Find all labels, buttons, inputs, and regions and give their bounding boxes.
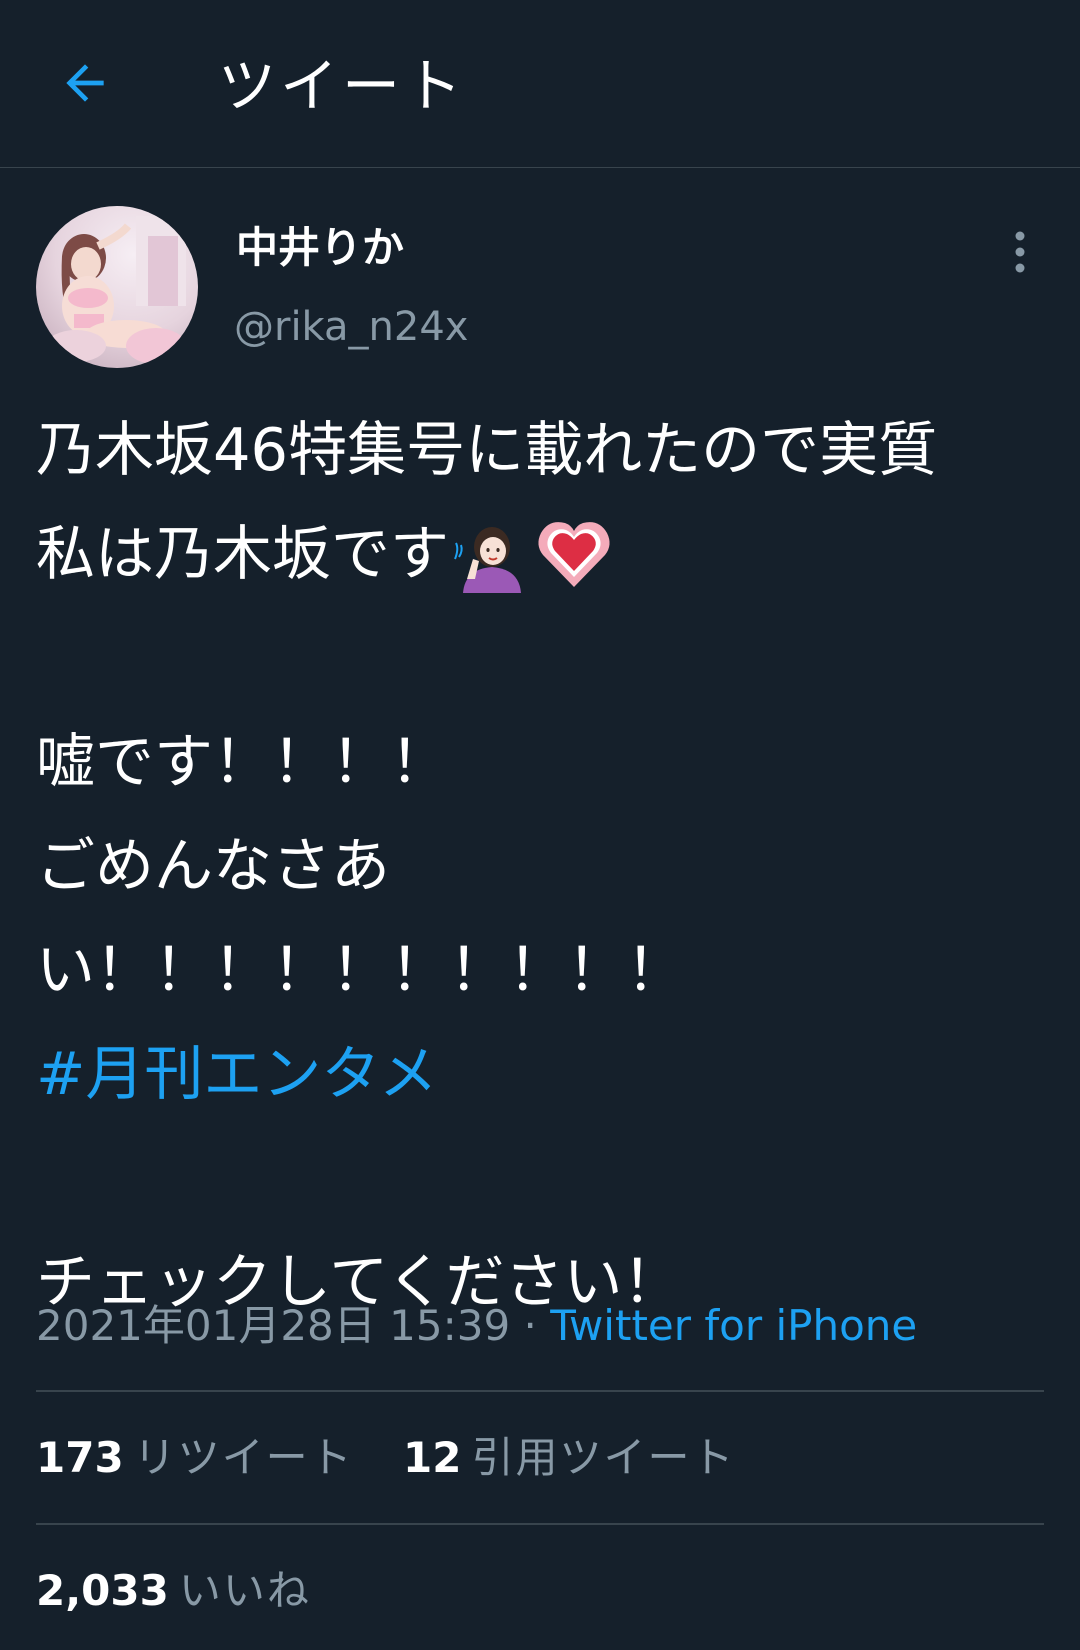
retweet-label: リツイート — [133, 1433, 354, 1482]
retweet-count: 173 — [36, 1433, 124, 1482]
author-name[interactable]: 中井りか — [236, 220, 404, 276]
growing-heart-emoji — [538, 522, 610, 587]
likes-stat[interactable]: 2,033 いいね — [36, 1561, 311, 1621]
more-button[interactable] — [990, 222, 1050, 282]
divider — [36, 1523, 1044, 1525]
likes-stats-row: 2,033 いいね — [36, 1561, 347, 1621]
tweet-line: 乃木坂46特集号に載れたので実質 — [36, 415, 938, 484]
avatar[interactable] — [36, 206, 198, 368]
tweet-timestamp: 2021年01月28日 15:39 — [36, 1301, 511, 1350]
divider — [36, 1390, 1044, 1392]
tweet-text: 乃木坂46特集号に載れたので実質 私は乃木坂です 嘘です！！！！ ごめんなさあ … — [36, 398, 1056, 1334]
tweet-line: #月刊エンタメ — [36, 1022, 1056, 1126]
author-handle[interactable]: @rika_n24x — [234, 300, 468, 354]
like-count: 2,033 — [36, 1566, 169, 1615]
profile-photo — [36, 206, 198, 368]
like-label: いいね — [178, 1566, 311, 1615]
meta-separator: · — [523, 1301, 537, 1350]
back-button[interactable] — [48, 46, 122, 120]
tweet-line: 私は乃木坂です — [36, 502, 1056, 606]
quotes-stat[interactable]: 12 引用ツイート — [403, 1428, 735, 1488]
tweet-line: 嘘です！！！！ — [36, 727, 450, 796]
tweet-line: い！！！！！！！！！！ — [36, 935, 686, 1004]
retweet-stats-row: 173 リツイート 12 引用ツイート — [36, 1428, 772, 1488]
tweet-line: ごめんなさあ — [36, 831, 391, 900]
tweet-source-link[interactable]: Twitter for iPhone — [550, 1301, 917, 1350]
person-tipping-hand-emoji — [454, 527, 522, 593]
tweet-line-text: 私は乃木坂です — [36, 519, 450, 588]
arrow-left-icon — [66, 64, 104, 102]
quote-count: 12 — [403, 1433, 462, 1482]
quote-label: 引用ツイート — [471, 1433, 736, 1482]
tweet-detail-screen: ツイート 中井りか @rika_n24x 乃木坂46特集号に載れたので実質 私は… — [0, 0, 1080, 1650]
hashtag-link[interactable]: #月刊エンタメ — [36, 1022, 438, 1126]
page-title: ツイート — [218, 52, 467, 120]
top-bar: ツイート — [0, 0, 1080, 168]
tweet-meta: 2021年01月28日 15:39 · Twitter for iPhone — [36, 1296, 917, 1356]
retweets-stat[interactable]: 173 リツイート — [36, 1428, 354, 1488]
more-vertical-icon — [1015, 231, 1025, 273]
